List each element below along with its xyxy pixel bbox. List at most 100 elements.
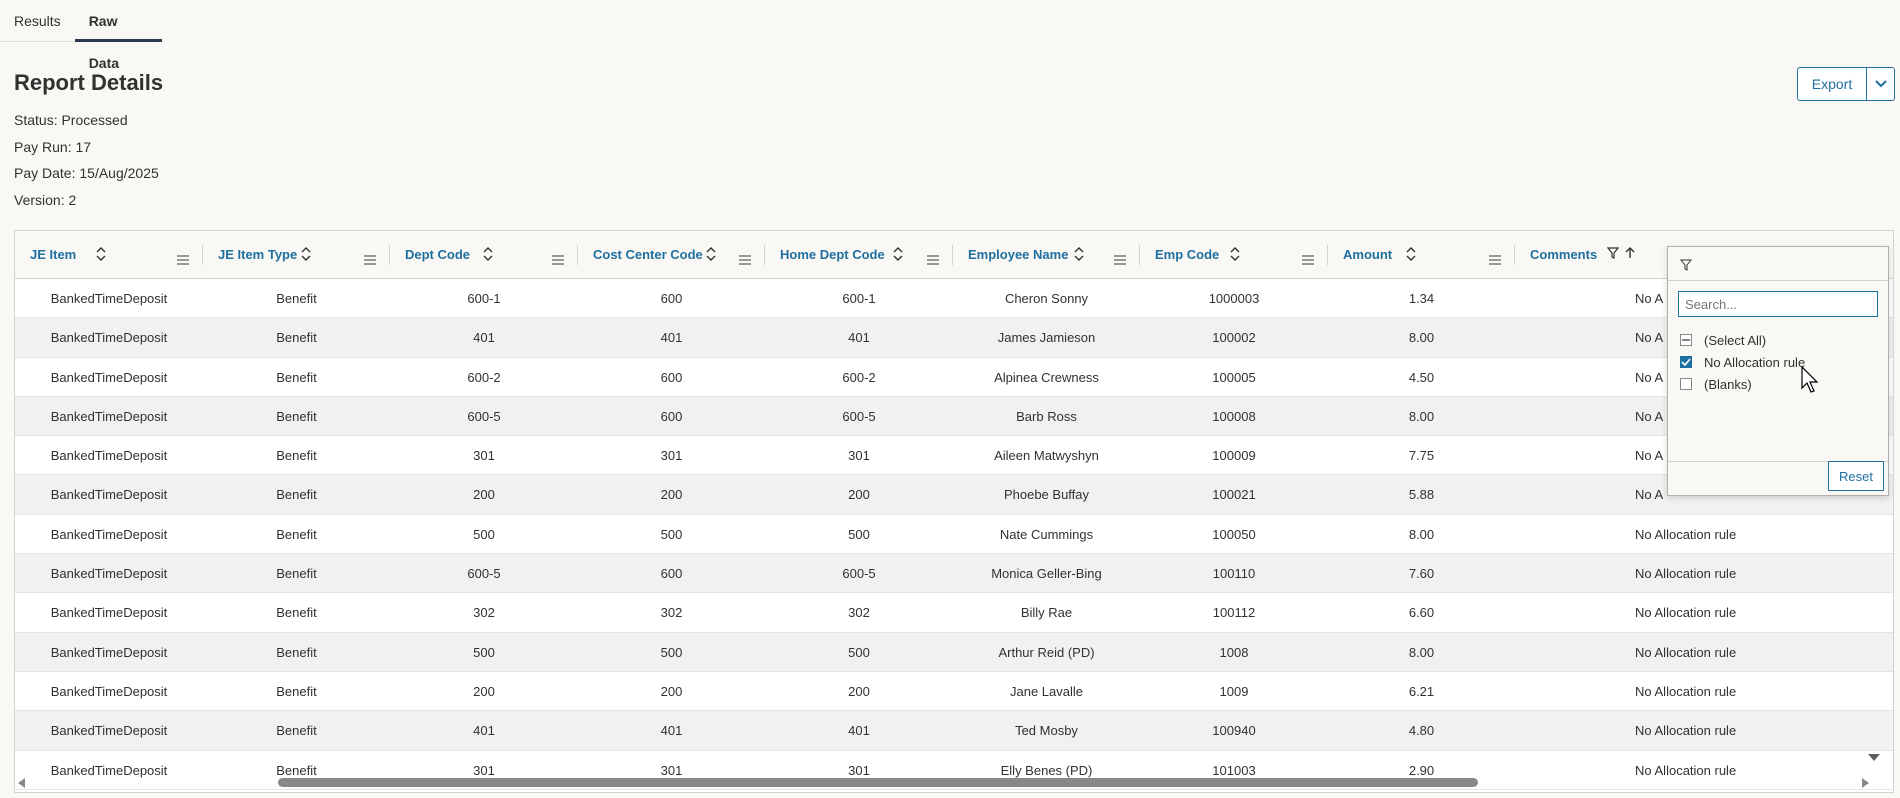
filter-tab[interactable] — [1668, 247, 1888, 281]
table-row[interactable]: BankedTimeDeposit Benefit 200 200 200 Phoebe … — [15, 475, 1893, 515]
cell-cost-center-code: 600 — [660, 408, 683, 424]
cell-dept-code: 600-2 — [467, 369, 501, 385]
sort-icon[interactable] — [705, 246, 717, 262]
cell-je-item: BankedTimeDeposit — [50, 448, 168, 464]
filter-option-select-all[interactable]: (Select All) — [1680, 331, 1766, 349]
table-row[interactable]: BankedTimeDeposit Benefit 500 500 500 Nate Cu… — [15, 515, 1893, 555]
column-header-home-dept-code[interactable]: Home Dept Code — [765, 231, 953, 279]
cell-emp-code: 100110 — [1212, 566, 1256, 582]
cell-emp-code: 100008 — [1212, 408, 1256, 424]
filter-option-label: (Select All) — [1704, 332, 1767, 348]
column-menu-icon[interactable] — [177, 255, 189, 265]
cell-emp-code: 1000003 — [1208, 291, 1260, 306]
column-menu-icon[interactable] — [1302, 255, 1314, 265]
sort-icon[interactable] — [1229, 246, 1241, 262]
sort-icon[interactable] — [892, 246, 904, 262]
checked-checkbox-icon[interactable] — [1680, 356, 1692, 368]
column-header-label: Comments — [1530, 247, 1598, 262]
tab-raw-data[interactable]: Raw Data — [74, 0, 162, 71]
column-menu-icon[interactable] — [552, 255, 564, 265]
column-header-label: JE Item Type — [218, 247, 298, 262]
cell-je-item: BankedTimeDeposit — [50, 644, 168, 660]
cell-cost-center-code: 200 — [660, 487, 683, 503]
scroll-left-icon[interactable] — [18, 778, 26, 788]
grid-body: BankedTimeDeposit Benefit 600-1 600 600-1 Che… — [15, 279, 1893, 790]
cell-home-dept-code: 500 — [848, 526, 870, 542]
indeterminate-checkbox-icon[interactable] — [1680, 334, 1692, 346]
unchecked-checkbox-icon[interactable] — [1680, 378, 1692, 390]
column-menu-icon[interactable] — [739, 255, 751, 265]
cell-je-item-type: Benefit — [276, 683, 317, 699]
cell-home-dept-code: 600-5 — [842, 566, 876, 582]
table-row[interactable]: BankedTimeDeposit Benefit 600-2 600 600-2 Alp… — [15, 358, 1893, 397]
export-button[interactable]: Export — [1797, 67, 1867, 101]
cell-je-item: BankedTimeDeposit — [50, 408, 168, 424]
column-header-employee-name[interactable]: Employee Name — [953, 231, 1140, 279]
column-header-label: Emp Code — [1155, 247, 1220, 262]
column-header-label: Amount — [1343, 247, 1393, 262]
column-header-emp-code[interactable]: Emp Code — [1140, 231, 1328, 279]
column-filter-popup: (Select All) No Allocation rule (Blanks)… — [1667, 246, 1889, 496]
sort-icon[interactable] — [482, 246, 494, 262]
column-menu-icon[interactable] — [364, 255, 376, 265]
table-row[interactable]: BankedTimeDeposit Benefit 302 302 302 Billy R… — [15, 593, 1893, 633]
cell-amount: 8.00 — [1408, 644, 1435, 660]
sort-icon[interactable] — [1405, 246, 1417, 262]
cell-je-item: BankedTimeDeposit — [50, 566, 168, 582]
cell-cost-center-code: 600 — [660, 369, 683, 385]
sort-icon[interactable] — [95, 246, 107, 262]
scroll-right-icon[interactable] — [1862, 778, 1870, 788]
cell-home-dept-code: 600-1 — [842, 291, 876, 306]
filter-option-blanks[interactable]: (Blanks) — [1680, 375, 1752, 393]
cell-je-item: BankedTimeDeposit — [50, 723, 168, 739]
filter-active-icon[interactable] — [1607, 247, 1619, 259]
sort-icon[interactable] — [300, 246, 312, 262]
column-header-amount[interactable]: Amount — [1328, 231, 1515, 279]
table-row[interactable]: BankedTimeDeposit Benefit 301 301 301 Aileen … — [15, 436, 1893, 476]
cell-je-item-type: Benefit — [276, 644, 317, 660]
sort-icon[interactable] — [1073, 246, 1085, 262]
version-text: Version: 2 — [14, 192, 77, 208]
cell-employee-name: Aileen Matwyshyn — [994, 448, 1099, 464]
sort-ascending-icon[interactable] — [1625, 247, 1635, 259]
column-header-dept-code[interactable]: Dept Code — [390, 231, 578, 279]
scrollbar-thumb[interactable] — [278, 778, 1478, 787]
cell-je-item: BankedTimeDeposit — [50, 487, 168, 503]
cell-amount: 7.75 — [1408, 448, 1435, 464]
column-menu-icon[interactable] — [927, 255, 939, 265]
cell-emp-code: 100005 — [1212, 369, 1256, 385]
cell-amount: 6.21 — [1408, 683, 1435, 699]
table-row[interactable]: BankedTimeDeposit Benefit 401 401 401 James J… — [15, 318, 1893, 358]
column-menu-icon[interactable] — [1114, 255, 1126, 265]
filter-option-no-allocation-rule[interactable]: No Allocation rule — [1680, 353, 1805, 371]
column-menu-icon[interactable] — [1489, 255, 1501, 265]
reset-button[interactable]: Reset — [1828, 461, 1884, 491]
table-row[interactable]: BankedTimeDeposit Benefit 600-5 600 600-5 Bar… — [15, 396, 1893, 437]
table-row[interactable]: BankedTimeDeposit Benefit 401 401 401 Ted Mos… — [15, 711, 1893, 751]
cell-cost-center-code: 301 — [660, 448, 683, 464]
cell-emp-code: 100002 — [1212, 330, 1256, 346]
column-header-je-item-type[interactable]: JE Item Type — [203, 231, 390, 279]
export-dropdown-button[interactable] — [1867, 67, 1895, 101]
table-row[interactable]: BankedTimeDeposit Benefit 600-5 600 600-5 Mon… — [15, 554, 1893, 594]
cell-employee-name: Alpinea Crewness — [994, 369, 1099, 385]
tab-results[interactable]: Results — [0, 0, 75, 42]
mouse-cursor-icon — [1801, 366, 1819, 393]
cell-home-dept-code: 302 — [848, 605, 870, 621]
table-row[interactable]: BankedTimeDeposit Benefit 200 200 200 Jane La… — [15, 672, 1893, 712]
scroll-down-icon[interactable] — [1868, 754, 1880, 762]
column-header-cost-center-code[interactable]: Cost Center Code — [578, 231, 765, 279]
cell-je-item-type: Benefit — [276, 448, 317, 464]
cell-employee-name: Nate Cummings — [999, 526, 1094, 542]
cell-dept-code: 600-1 — [467, 291, 501, 306]
pay-date-text: Pay Date: 15/Aug/2025 — [14, 165, 159, 181]
cell-je-item: BankedTimeDeposit — [50, 369, 168, 385]
cell-employee-name: Arthur Reid (PD) — [998, 644, 1095, 660]
filter-search-input[interactable] — [1678, 291, 1878, 317]
table-row[interactable]: BankedTimeDeposit Benefit 600-1 600 600-1 Che… — [15, 279, 1893, 319]
column-header-je-item[interactable]: JE Item — [15, 231, 203, 279]
cell-employee-name: Cheron Sonny — [1004, 291, 1089, 306]
filter-option-label: No Allocation rule — [1704, 354, 1806, 370]
horizontal-scrollbar[interactable] — [14, 774, 1880, 790]
table-row[interactable]: BankedTimeDeposit Benefit 500 500 500 Arthur … — [15, 632, 1893, 672]
